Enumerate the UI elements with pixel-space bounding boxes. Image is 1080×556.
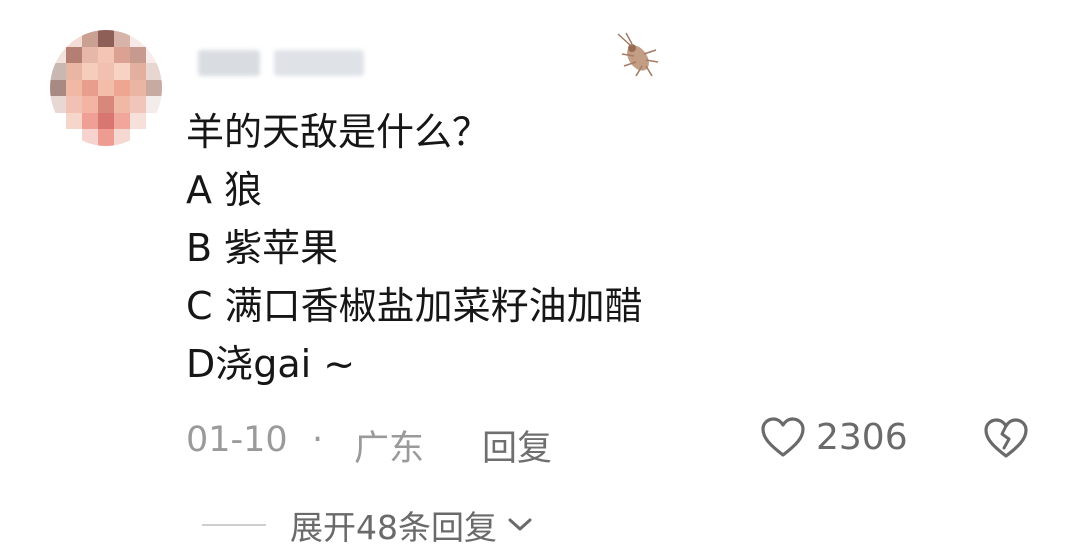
comment-line: C 满口香椒盐加菜籽油加醋 (186, 284, 643, 328)
comment-line: D浇gai ~ (186, 342, 356, 386)
expand-replies-button[interactable]: 展开48条回复 (202, 500, 535, 550)
divider-line (202, 524, 266, 526)
comment-line: B 紫苹果 (186, 226, 339, 270)
comment-meta-row: 01-10 · 广东 回复 2306 (186, 414, 1046, 469)
comment-line: A 狼 (186, 168, 263, 212)
comment-text: 羊的天敌是什么？ A 狼 B 紫苹果 C 满口香椒盐加菜籽油加醋 D浇gai ~ (186, 103, 643, 393)
username-blur-block (198, 50, 260, 76)
comment-line: 羊的天敌是什么？ (186, 110, 491, 154)
comment-location: 广东 (354, 429, 425, 469)
like-button[interactable]: 2306 (760, 416, 908, 458)
comment-date: 01-10 (186, 420, 288, 460)
username-blurred[interactable] (198, 48, 378, 78)
broken-heart-icon[interactable] (982, 416, 1030, 460)
avatar[interactable] (50, 30, 162, 146)
chevron-down-icon (508, 518, 532, 531)
reply-button[interactable]: 回复 (482, 420, 552, 471)
like-count: 2306 (816, 416, 908, 458)
expand-replies-label: 展开48条回复 (290, 508, 497, 547)
cockroach-icon (617, 32, 659, 77)
meta-separator: · (312, 420, 324, 460)
username-blur-block (274, 50, 364, 76)
heart-outline-icon (761, 417, 805, 457)
